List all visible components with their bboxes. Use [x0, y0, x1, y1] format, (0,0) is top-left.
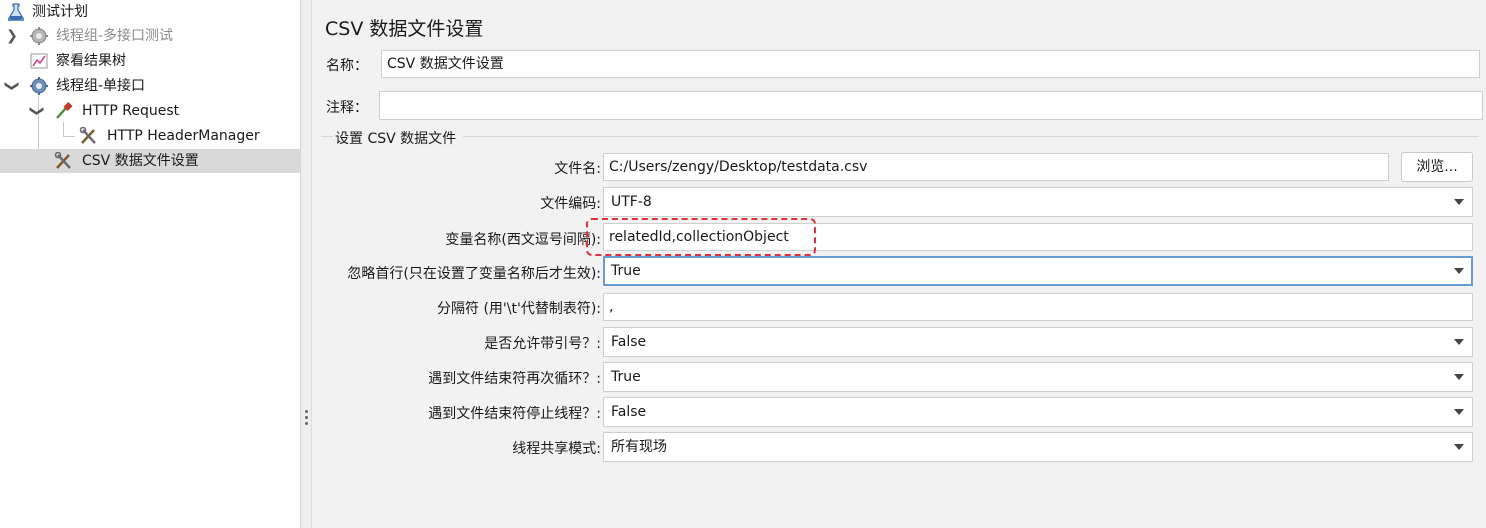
- tree-item-csv-data-set[interactable]: CSV 数据文件设置: [0, 149, 300, 173]
- tree-item-thread-group-multi[interactable]: ❯ 线程组-多接口测试: [0, 24, 300, 48]
- delimiter-label: 分隔符 (用'\t'代替制表符):: [437, 301, 601, 317]
- section-divider: [321, 136, 333, 137]
- page-title: CSV 数据文件设置: [325, 18, 484, 40]
- stop-thread-eof-value: False: [611, 404, 647, 420]
- recycle-eof-select[interactable]: True: [603, 362, 1473, 392]
- csv-config-panel: CSV 数据文件设置 名称： CSV 数据文件设置 注释： 设置 CSV 数据文…: [313, 0, 1486, 528]
- tree-item-label: CSV 数据文件设置: [82, 153, 199, 169]
- tree-item-label: 线程组-多接口测试: [56, 28, 174, 44]
- section-title: 设置 CSV 数据文件: [335, 131, 457, 147]
- tree-item-label: 测试计划: [32, 4, 88, 20]
- comment-field[interactable]: [379, 91, 1483, 120]
- name-field[interactable]: CSV 数据文件设置: [381, 50, 1480, 78]
- tree-item-test-plan[interactable]: 测试计划: [0, 0, 300, 24]
- tree-item-label: HTTP HeaderManager: [107, 128, 260, 144]
- name-label: 名称：: [326, 58, 368, 74]
- tree-item-label: 察看结果树: [56, 53, 126, 69]
- tools-icon: [79, 126, 99, 145]
- tree-item-label: 线程组-单接口: [56, 78, 146, 94]
- recycle-eof-label: 遇到文件结束符再次循环？:: [428, 371, 601, 387]
- split-pane-divider[interactable]: [300, 0, 312, 528]
- recycle-eof-value: True: [611, 369, 641, 385]
- sharing-mode-value: 所有现场: [611, 439, 667, 455]
- chevron-down-icon[interactable]: [1454, 409, 1464, 415]
- encoding-value: UTF-8: [611, 194, 652, 210]
- allow-quoted-label: 是否允许带引号？:: [484, 336, 601, 352]
- chart-icon: [29, 52, 49, 70]
- tree-item-thread-group-single[interactable]: ❯ 线程组-单接口: [0, 74, 300, 98]
- encoding-select[interactable]: UTF-8: [603, 187, 1473, 217]
- annotation-highlight-box: [586, 218, 816, 256]
- variable-names-label: 变量名称(西文逗号间隔):: [445, 232, 601, 248]
- chevron-right-icon[interactable]: ❯: [5, 24, 19, 48]
- drag-handle-icon[interactable]: [305, 410, 309, 426]
- tree-item-label: HTTP Request: [82, 103, 180, 119]
- chevron-down-icon[interactable]: [1454, 444, 1464, 450]
- filename-label: 文件名:: [554, 161, 601, 177]
- browse-button[interactable]: 浏览...: [1401, 152, 1473, 182]
- filename-field[interactable]: C:/Users/zengy/Desktop/testdata.csv: [603, 153, 1389, 181]
- stop-thread-eof-label: 遇到文件结束符停止线程？:: [428, 406, 601, 422]
- chevron-down-icon[interactable]: [1454, 339, 1464, 345]
- tools-icon: [54, 151, 74, 170]
- chevron-down-icon[interactable]: [1454, 374, 1464, 380]
- chevron-down-icon[interactable]: ❯: [25, 104, 49, 118]
- flask-icon: [6, 3, 26, 22]
- pipette-icon: [54, 102, 74, 120]
- tree-item-http-request[interactable]: ❯ HTTP Request: [0, 99, 300, 123]
- tree-item-http-header-manager[interactable]: HTTP HeaderManager: [0, 124, 300, 148]
- gear-icon: [29, 77, 49, 95]
- ignore-first-line-select[interactable]: True: [603, 256, 1473, 286]
- chevron-down-icon[interactable]: [1454, 199, 1464, 205]
- chevron-down-icon[interactable]: [1454, 268, 1464, 274]
- allow-quoted-select[interactable]: False: [603, 327, 1473, 357]
- stop-thread-eof-select[interactable]: False: [603, 397, 1473, 427]
- encoding-label: 文件编码:: [540, 196, 601, 212]
- ignore-first-line-value: True: [611, 263, 641, 279]
- chevron-down-icon[interactable]: ❯: [0, 79, 24, 93]
- gear-icon: [29, 27, 49, 45]
- sharing-mode-label: 线程共享模式:: [512, 441, 601, 457]
- test-plan-tree[interactable]: 测试计划 ❯ 线程组-多接口测试 察看结果树 ❯ 线程组-单接口 ❯ HTTP …: [0, 0, 300, 528]
- ignore-first-line-label: 忽略首行(只在设置了变量名称后才生效):: [347, 266, 601, 282]
- comment-label: 注释：: [326, 100, 368, 116]
- allow-quoted-value: False: [611, 334, 647, 350]
- section-divider: [463, 136, 1479, 137]
- tree-item-view-results-tree[interactable]: 察看结果树: [0, 49, 300, 73]
- sharing-mode-select[interactable]: 所有现场: [603, 432, 1473, 462]
- delimiter-field[interactable]: ,: [603, 293, 1473, 321]
